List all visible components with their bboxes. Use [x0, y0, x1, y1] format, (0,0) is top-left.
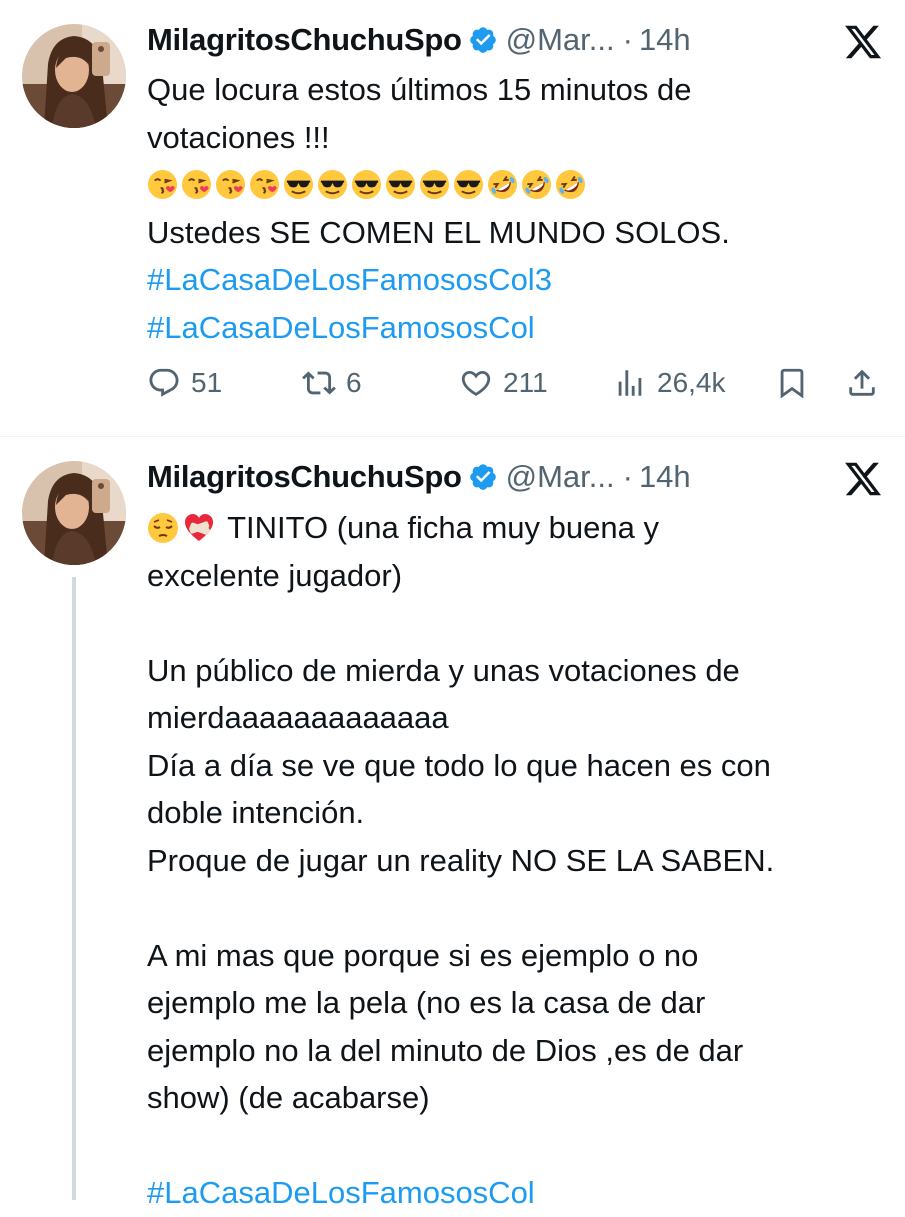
text-line: doble intención. — [147, 795, 365, 830]
sunglasses-emoji-icon — [385, 169, 416, 200]
hashtag-link[interactable]: #LaCasaDeLosFamososCol3 — [147, 256, 877, 304]
kissing-heart-emoji-icon — [249, 169, 280, 200]
verified-badge-icon — [468, 462, 498, 492]
x-logo-icon[interactable] — [843, 22, 883, 62]
pensive-emoji-icon — [147, 512, 179, 544]
text-line: TINITO (una ficha muy buena y — [147, 504, 877, 552]
text-line: Proque de jugar un reality NO SE LA SABE… — [147, 842, 775, 878]
tweet-header: MilagritosChuchuSpo @Mar... · 14h — [147, 18, 691, 62]
author-handle[interactable]: @Mar... — [506, 22, 615, 58]
sunglasses-emoji-icon — [283, 169, 314, 200]
sunglasses-emoji-icon — [453, 169, 484, 200]
kissing-heart-emoji-icon — [215, 169, 246, 200]
text-segment: TINITO (una ficha muy buena y — [227, 510, 659, 545]
text-line: Un público de mierda y unas votaciones d… — [147, 652, 740, 688]
share-button[interactable] — [845, 358, 879, 408]
tweet-time[interactable]: 14h — [639, 459, 691, 495]
repost-button[interactable]: 6 — [302, 358, 362, 408]
rofl-emoji-icon — [487, 169, 518, 200]
text-line: ejemplo me la pela (no es la casa de dar — [147, 985, 706, 1020]
text-line: Día a día se ve que todo lo que hacen es… — [147, 747, 771, 783]
reply-icon — [147, 366, 181, 400]
author-handle[interactable]: @Mar... — [506, 459, 615, 495]
tweet-1[interactable]: MilagritosChuchuSpo @Mar... · 14h Que lo… — [0, 0, 905, 437]
text-line: mierdaaaaaaaaaaaaa — [147, 700, 449, 735]
views-button[interactable]: 26,4k — [613, 358, 726, 408]
like-button[interactable]: 211 — [459, 358, 548, 408]
like-count: 211 — [503, 367, 548, 398]
tweet-time[interactable]: 14h — [639, 22, 691, 58]
hashtag-link[interactable]: #LaCasaDeLosFamososCol — [147, 1169, 877, 1217]
sunglasses-emoji-icon — [351, 169, 382, 200]
separator: · — [622, 459, 633, 494]
views-icon — [613, 366, 647, 400]
verified-badge-icon — [468, 25, 498, 55]
tweet-actions: 51 6 211 26,4k — [147, 358, 887, 408]
tweet-text: Que locura estos últimos 15 minutos de v… — [147, 66, 877, 351]
text-line: A mi mas que porque si es ejemplo o no — [147, 937, 699, 973]
reply-button[interactable]: 51 — [147, 358, 222, 408]
sunglasses-emoji-icon — [419, 169, 450, 200]
hashtag-link[interactable]: #LaCasaDeLosFamososCol — [147, 304, 877, 352]
views-count: 26,4k — [657, 367, 726, 398]
kissing-heart-emoji-icon — [147, 169, 178, 200]
tweet-text: TINITO (una ficha muy buena y excelente … — [147, 504, 877, 1217]
x-logo-icon[interactable] — [843, 459, 883, 499]
text-line: ejemplo no la del minuto de Dios ,es de … — [147, 1032, 744, 1068]
repost-icon — [302, 366, 336, 400]
avatar[interactable] — [22, 461, 126, 565]
like-icon — [459, 366, 493, 400]
bookmark-icon — [775, 366, 809, 400]
share-icon — [845, 366, 879, 400]
sunglasses-emoji-icon — [317, 169, 348, 200]
mending-heart-emoji-icon — [183, 512, 215, 544]
text-line: votaciones !!! — [147, 119, 330, 155]
tweet-header: MilagritosChuchuSpo @Mar... · 14h — [147, 455, 691, 499]
avatar[interactable] — [22, 24, 126, 128]
emoji-row — [147, 161, 877, 209]
text-line: excelente jugador) — [147, 557, 403, 593]
text-line: Ustedes SE COMEN EL MUNDO SOLOS. — [147, 214, 730, 250]
tweet-2[interactable]: MilagritosChuchuSpo @Mar... · 14h TINITO… — [0, 437, 905, 1210]
text-line: Que locura estos últimos 15 minutos de — [147, 72, 692, 107]
separator: · — [622, 22, 633, 57]
repost-count: 6 — [346, 367, 362, 398]
author-name[interactable]: MilagritosChuchuSpo — [147, 22, 462, 58]
kissing-heart-emoji-icon — [181, 169, 212, 200]
reply-count: 51 — [191, 367, 223, 398]
rofl-emoji-icon — [521, 169, 552, 200]
thread-line — [72, 577, 76, 1200]
bookmark-button[interactable] — [775, 358, 809, 408]
text-line: show) (de acabarse) — [147, 1080, 430, 1115]
rofl-emoji-icon — [555, 169, 586, 200]
author-name[interactable]: MilagritosChuchuSpo — [147, 459, 462, 495]
